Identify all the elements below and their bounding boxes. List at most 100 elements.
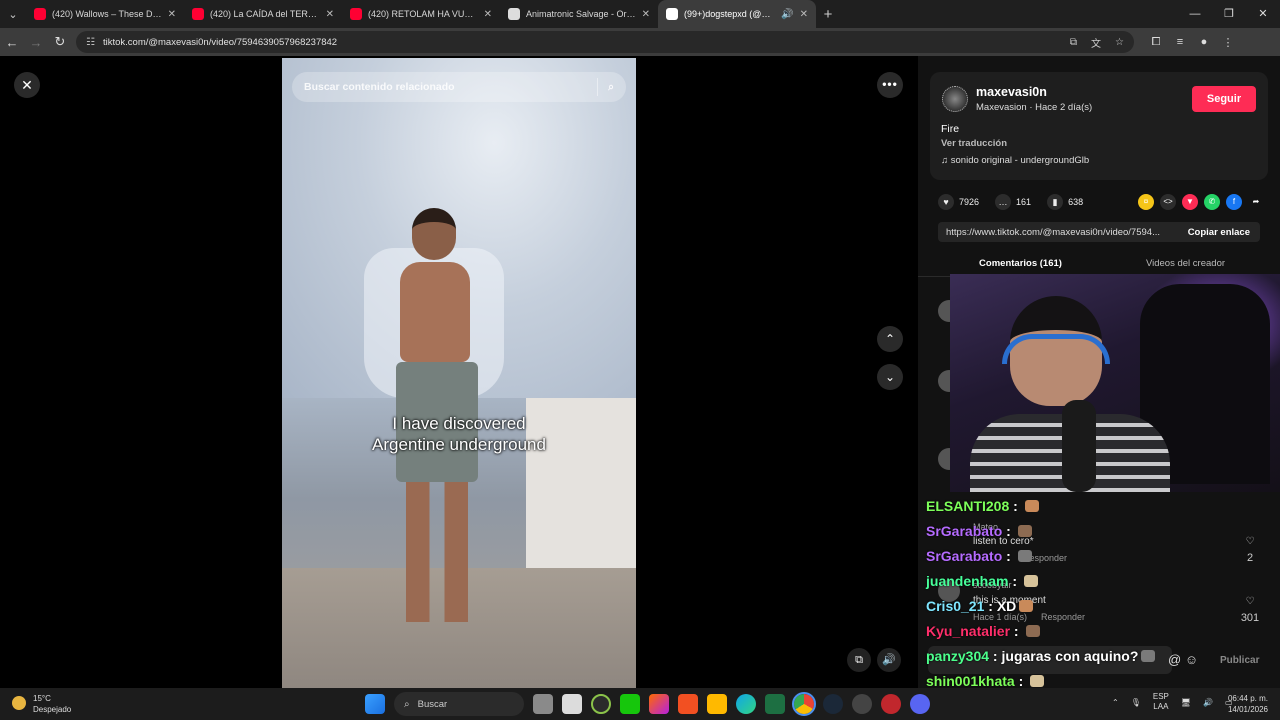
tab-1[interactable]: (420) Wallows – These Days (Of ✕ — [26, 0, 184, 28]
toolbar-right: ⧠ ≡ ● ⋮ — [1144, 36, 1240, 49]
whatsapp-icon[interactable]: ✆ — [1204, 194, 1220, 210]
chat-username[interactable]: ELSANTI208 — [926, 498, 1009, 514]
file-explorer-icon[interactable] — [707, 694, 727, 714]
extensions-icon[interactable]: ⧠ — [1144, 36, 1168, 49]
close-window-icon[interactable]: ✕ — [1246, 0, 1280, 28]
previous-video-button[interactable]: ⌃ — [877, 326, 903, 352]
next-video-button[interactable]: ⌄ — [877, 364, 903, 390]
pip-icon[interactable]: ⧉ — [847, 648, 871, 672]
share-arrow-icon[interactable]: ➦ — [1248, 194, 1264, 210]
follow-button[interactable]: Seguir — [1192, 86, 1256, 112]
divider — [597, 78, 599, 96]
author-username[interactable]: maxevasi0n — [976, 85, 1047, 99]
clock-date: 14/01/2026 — [1227, 705, 1268, 714]
bookmark-icon[interactable]: ▮ — [1047, 194, 1064, 210]
store-icon[interactable] — [678, 694, 698, 714]
copy-link-button[interactable]: Copiar enlace — [1178, 227, 1260, 238]
embed-icon[interactable]: <> — [1160, 194, 1176, 210]
tab-search-icon[interactable]: ⌄ — [0, 0, 26, 28]
translate-icon[interactable]: 文 — [1091, 35, 1101, 50]
chat-username[interactable]: shin001khata — [926, 673, 1015, 689]
video-description: Fire — [941, 123, 960, 135]
lightning-icon — [508, 8, 520, 20]
avatar[interactable] — [942, 86, 968, 112]
comment-icon[interactable]: … — [995, 194, 1012, 210]
close-tab-icon[interactable]: ✕ — [800, 9, 808, 20]
video-link[interactable]: https://www.tiktok.com/@maxevasi0n/video… — [938, 227, 1178, 238]
volume-icon[interactable]: 🔊 — [1203, 698, 1213, 707]
chat-username[interactable]: Cris0_21 — [926, 598, 984, 614]
xbox-icon[interactable] — [591, 694, 611, 714]
bookmark-star-icon[interactable]: ☆ — [1115, 37, 1124, 48]
chat-username[interactable]: SrGarabato — [926, 548, 1002, 564]
heart-icon[interactable]: ♥ — [938, 194, 954, 210]
copilot-icon[interactable] — [649, 694, 669, 714]
network-icon[interactable]: 🖥 — [1181, 698, 1191, 707]
obs-icon[interactable] — [852, 694, 872, 714]
volume-icon[interactable]: 🔊 — [877, 648, 901, 672]
more-options-button[interactable]: ••• — [877, 72, 903, 98]
headset-icon — [1002, 334, 1110, 364]
minimize-icon[interactable]: — — [1178, 0, 1212, 28]
chat-username[interactable]: SrGarabato — [926, 523, 1002, 539]
video-torso — [400, 262, 470, 362]
tab-creator-videos[interactable]: Videos del creador — [1103, 254, 1268, 276]
restore-icon[interactable]: ❐ — [1212, 0, 1246, 28]
language-indicator[interactable]: ESP LAA — [1153, 692, 1169, 712]
url-text[interactable]: tiktok.com/@maxevasi0n/video/75946390579… — [103, 37, 1056, 48]
related-search-input[interactable]: Buscar contenido relacionado ⌕ — [292, 72, 626, 102]
author-subline: Maxevasion · Hace 2 día(s) — [976, 102, 1093, 113]
taskbar-search[interactable]: ⌕ Buscar — [394, 692, 524, 716]
red-app-icon[interactable] — [881, 694, 901, 714]
edge-icon[interactable] — [736, 694, 756, 714]
chat-username[interactable]: juandenham — [926, 573, 1008, 589]
close-tab-icon[interactable]: ✕ — [484, 9, 492, 20]
facebook-icon[interactable]: f — [1226, 194, 1242, 210]
close-video-button[interactable]: ✕ — [14, 72, 40, 98]
tab-2[interactable]: (420) La CAÍDA del TERROR en ✕ — [184, 0, 342, 28]
speaker-icon[interactable]: 🔊 — [781, 9, 793, 20]
tab-comments[interactable]: Comentarios (161) — [938, 254, 1103, 276]
microphone-icon[interactable]: 🎙 — [1131, 698, 1141, 707]
video-player[interactable]: Buscar contenido relacionado ⌕ I have di… — [282, 58, 636, 688]
coin-icon[interactable]: ¤ — [1138, 194, 1154, 210]
steam-icon[interactable] — [823, 694, 843, 714]
profile-icon[interactable]: ● — [1192, 36, 1216, 49]
see-translation-link[interactable]: Ver traducción — [941, 138, 1007, 149]
install-app-icon[interactable]: ⧉ — [1070, 37, 1077, 48]
tab-4[interactable]: Animatronic Salvage - Original ✕ — [500, 0, 658, 28]
sound-link[interactable]: ♫ sonido original - undergroundGlb — [941, 155, 1089, 166]
chat-username[interactable]: panzy304 — [926, 648, 989, 664]
forward-icon[interactable]: → — [24, 35, 48, 50]
video-caption: I have discovered Argentine underground — [282, 413, 636, 455]
chrome-icon[interactable] — [792, 692, 816, 716]
tab-3[interactable]: (420) RETOLAM HA VUELTO...💀 ✕ — [342, 0, 500, 28]
tab-5-active[interactable]: (99+)dogstepxd (@dogstep 🔊 ✕ — [658, 0, 816, 28]
send-icon[interactable]: ▼ — [1182, 194, 1198, 210]
close-tab-icon[interactable]: ✕ — [642, 9, 650, 20]
reload-icon[interactable]: ↻ — [48, 34, 72, 50]
chat-emote-icon — [1030, 675, 1045, 687]
discord-icon[interactable] — [910, 694, 930, 714]
media-icon[interactable]: ≡ — [1168, 36, 1192, 49]
task-view-icon[interactable] — [562, 694, 582, 714]
close-tab-icon[interactable]: ✕ — [326, 9, 334, 20]
site-info-icon[interactable]: ☷ — [86, 37, 95, 48]
stream-chat-overlay: ELSANTI208 : SrGarabato : SrGarabato : j… — [926, 494, 1280, 719]
menu-icon[interactable]: ⋮ — [1216, 36, 1240, 49]
close-tab-icon[interactable]: ✕ — [168, 9, 176, 20]
new-tab-button[interactable]: + — [816, 6, 840, 23]
chat-emote-icon — [1024, 500, 1039, 512]
address-bar[interactable]: ☷ tiktok.com/@maxevasi0n/video/759463905… — [76, 31, 1134, 53]
clock[interactable]: 06:44 p. m. 14/01/2026 — [1228, 693, 1268, 715]
chevron-up-icon[interactable]: ⌃ — [1112, 698, 1119, 707]
green-app-icon[interactable] — [620, 694, 640, 714]
back-icon[interactable]: ← — [0, 35, 24, 50]
excel-icon[interactable] — [765, 694, 785, 714]
chat-separator: : — [984, 598, 997, 614]
windows-start-icon[interactable] — [365, 694, 385, 714]
chat-separator: : — [989, 648, 1002, 664]
chat-username[interactable]: Kyu_natalier — [926, 623, 1010, 639]
widget-icon[interactable] — [533, 694, 553, 714]
search-icon[interactable]: ⌕ — [608, 81, 614, 94]
